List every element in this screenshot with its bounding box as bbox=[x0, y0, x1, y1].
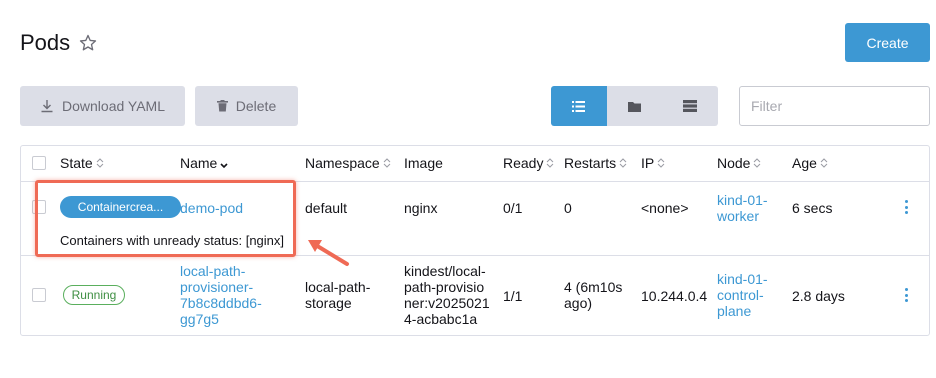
view-mode-group bbox=[551, 86, 718, 126]
list-view-icon bbox=[572, 100, 586, 112]
folder-view-button[interactable] bbox=[606, 86, 663, 126]
image-cell: kindest/local- path-provisio ner:v202502… bbox=[404, 263, 490, 327]
list-view-button[interactable] bbox=[551, 86, 607, 126]
table-header: State Name Namespace Image Ready Restart… bbox=[21, 146, 929, 182]
star-icon[interactable] bbox=[78, 33, 98, 53]
delete-button[interactable]: Delete bbox=[195, 86, 298, 126]
column-header-state[interactable]: State bbox=[60, 155, 105, 171]
pod-name-link[interactable]: local-path- provisioner- 7b8c8ddbd6- gg7… bbox=[180, 263, 262, 327]
column-header-namespace[interactable]: Namespace bbox=[305, 155, 392, 171]
column-header-ready[interactable]: Ready bbox=[503, 155, 555, 171]
status-badge: Running bbox=[63, 285, 125, 305]
download-yaml-label: Download YAML bbox=[62, 98, 165, 114]
sort-icon bbox=[619, 158, 627, 168]
annotation-arrow bbox=[308, 240, 349, 266]
restarts-cell: 0 bbox=[564, 200, 572, 216]
page-title-text: Pods bbox=[20, 30, 71, 55]
ip-cell: 10.244.0.4 bbox=[641, 288, 708, 304]
namespace-cell: default bbox=[305, 200, 348, 216]
select-all-checkbox[interactable] bbox=[32, 156, 46, 170]
folder-view-icon bbox=[628, 101, 641, 112]
ready-cell: 1/1 bbox=[503, 288, 523, 304]
sort-active-icon bbox=[220, 163, 228, 169]
age-cell: 2.8 days bbox=[792, 288, 845, 304]
kebab-menu-icon[interactable] bbox=[904, 200, 908, 214]
sort-icon bbox=[383, 158, 391, 168]
node-link[interactable]: kind-01- worker bbox=[717, 192, 768, 224]
trash-icon bbox=[216, 100, 228, 112]
sort-icon bbox=[754, 158, 761, 168]
column-header-ip[interactable]: IP bbox=[641, 155, 666, 171]
create-button[interactable]: Create bbox=[845, 23, 930, 62]
sort-icon bbox=[547, 158, 554, 168]
delete-label: Delete bbox=[235, 98, 277, 114]
kebab-menu-icon[interactable] bbox=[904, 288, 908, 302]
namespace-cell: local-path- storage bbox=[305, 279, 371, 311]
annotation-highlight-box bbox=[35, 180, 296, 257]
ip-cell: <none> bbox=[641, 200, 689, 216]
download-yaml-button[interactable]: Download YAML bbox=[20, 86, 185, 126]
group-view-button[interactable] bbox=[662, 86, 718, 126]
column-header-name[interactable]: Name bbox=[180, 155, 229, 171]
ready-cell: 0/1 bbox=[503, 200, 523, 216]
sort-icon bbox=[820, 158, 828, 168]
restarts-cell: 4 (6m10s ago) bbox=[564, 279, 623, 311]
page-title: Pods bbox=[20, 30, 98, 56]
node-link[interactable]: kind-01- control- plane bbox=[717, 271, 768, 319]
column-header-node[interactable]: Node bbox=[717, 155, 762, 171]
group-view-icon bbox=[683, 100, 698, 112]
row-checkbox[interactable] bbox=[32, 288, 46, 302]
sort-icon bbox=[96, 158, 104, 168]
sort-icon bbox=[657, 158, 665, 168]
column-header-age[interactable]: Age bbox=[792, 155, 829, 171]
table-row-local-path-provisioner: Running local-path- provisioner- 7b8c8dd… bbox=[21, 256, 929, 336]
image-cell: nginx bbox=[404, 200, 438, 216]
age-cell: 6 secs bbox=[792, 200, 833, 216]
download-icon bbox=[41, 100, 53, 113]
column-header-image: Image bbox=[404, 155, 443, 171]
filter-input[interactable] bbox=[739, 86, 930, 126]
column-header-restarts[interactable]: Restarts bbox=[564, 155, 628, 171]
